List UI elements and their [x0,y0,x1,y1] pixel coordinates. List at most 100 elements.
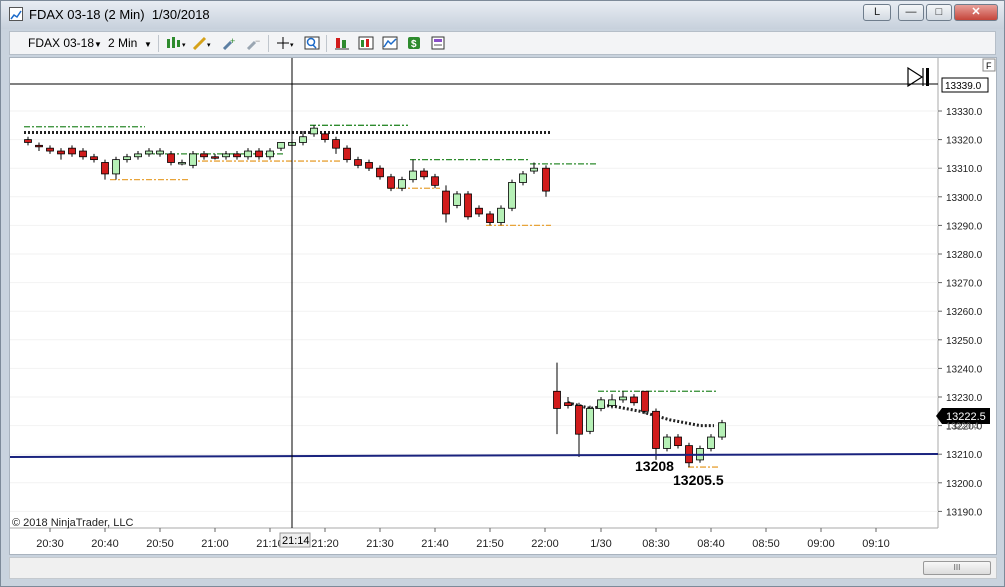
candle[interactable] [35,142,43,152]
candle[interactable] [464,191,472,220]
candle-body-up [718,422,726,438]
time-tick-label: 21:40 [421,538,449,550]
candle[interactable] [497,205,505,226]
candle[interactable] [90,153,98,163]
candle[interactable] [310,125,318,137]
svg-text:▾: ▾ [182,42,186,49]
candle[interactable] [79,148,87,160]
instrument-dropdown-icon[interactable]: ▼ [94,40,102,49]
strategies-icon[interactable] [334,36,350,50]
candle[interactable] [542,165,550,197]
candle[interactable] [233,151,241,160]
candle[interactable] [211,153,219,160]
candle[interactable] [597,397,605,412]
candle[interactable] [475,205,483,217]
candle[interactable] [718,419,726,440]
candle[interactable] [354,156,362,169]
scrollbar-thumb[interactable]: III [923,561,991,575]
maximize-button[interactable]: □ [926,4,952,21]
candle[interactable] [332,136,340,154]
candle[interactable] [575,402,583,458]
candle[interactable] [486,211,494,226]
candlesticks[interactable] [24,125,726,468]
candle[interactable] [586,405,594,435]
candle[interactable] [674,434,682,449]
title-bar[interactable]: FDAX 03-18 (2 Min) 1/30/2018 L — □ ✕ [1,1,1004,29]
candle[interactable] [641,390,649,415]
candle[interactable] [376,165,384,180]
candle[interactable] [519,171,527,186]
candle[interactable] [189,151,197,169]
candle[interactable] [630,394,638,406]
candle-body-down [200,153,208,158]
zoom-in-icon[interactable]: + [222,36,238,50]
drawing-tool-icon[interactable]: ▾ [192,36,214,50]
candle[interactable] [101,159,109,180]
candle[interactable] [365,159,373,172]
properties-icon[interactable] [430,36,446,50]
time-tick-label: 20:50 [146,538,174,550]
candle[interactable] [508,179,516,212]
chart-trader-icon[interactable] [382,36,398,50]
price-tick-label: 13210.0 [946,450,983,461]
interval-selector[interactable]: 2 Min [108,36,137,50]
candle[interactable] [619,391,627,403]
candle[interactable] [564,397,572,409]
time-tick-label: 08:40 [697,538,725,550]
candle[interactable] [24,136,32,146]
candle[interactable] [321,131,329,143]
candle[interactable] [222,151,230,160]
play-to-end-icon[interactable] [907,66,929,88]
candle[interactable] [68,145,76,157]
candle[interactable] [156,148,164,157]
zoom-out-icon[interactable]: − [246,36,262,50]
candle[interactable] [277,142,285,152]
close-button[interactable]: ✕ [954,4,998,21]
chart-canvas[interactable]: 13330.0 13320.0 13310.0 13300.0 13290.0 13280… [10,58,996,554]
candle[interactable] [244,148,252,160]
f-badge[interactable]: F [982,58,996,72]
candle[interactable] [420,168,428,180]
candle[interactable] [453,191,461,209]
candle[interactable] [112,156,120,180]
candle[interactable] [145,148,153,157]
candle[interactable] [608,394,616,409]
time-tick-label: 21:00 [201,538,229,550]
candle[interactable] [123,153,131,163]
candle[interactable] [442,185,450,223]
lock-button[interactable]: L [863,4,891,21]
candle[interactable] [134,151,142,160]
candle[interactable] [46,145,54,154]
price-chart[interactable]: 13330.0 13320.0 13310.0 13300.0 13290.0 13280… [9,57,997,555]
minimize-button[interactable]: — [898,4,924,21]
candle-body-down [255,150,263,158]
horizontal-scrollbar[interactable]: III [9,557,997,579]
candle[interactable] [57,148,65,160]
candle[interactable] [663,434,671,452]
instrument-selector[interactable]: FDAX 03-18 [28,36,94,50]
bar-style-icon[interactable]: ▾ [165,36,187,50]
magnifier-icon[interactable] [304,36,320,50]
candle[interactable] [652,408,660,460]
candle[interactable] [409,159,417,183]
money-icon[interactable]: $ [406,36,422,50]
time-axis: 20:30 20:40 20:50 21:00 21:10 21:20 21:30 21:40… [36,528,890,550]
interval-dropdown-icon[interactable]: ▼ [144,40,152,49]
crosshair-icon[interactable]: ▾ [276,36,296,50]
candle[interactable] [707,434,715,452]
candle[interactable] [553,362,561,435]
candle[interactable] [431,173,439,189]
candle[interactable] [266,148,274,160]
candle-body-up [497,207,505,223]
time-tick-label: 21:30 [366,538,394,550]
candle[interactable] [178,159,186,166]
candle[interactable] [398,176,406,192]
indicators-icon[interactable] [358,36,374,50]
candle-body-down [57,150,65,155]
candle[interactable] [387,173,395,192]
candle[interactable] [343,145,351,163]
candle[interactable] [167,151,175,166]
candle[interactable] [255,148,263,160]
candle-body-down [475,207,483,215]
candle[interactable] [200,151,208,160]
